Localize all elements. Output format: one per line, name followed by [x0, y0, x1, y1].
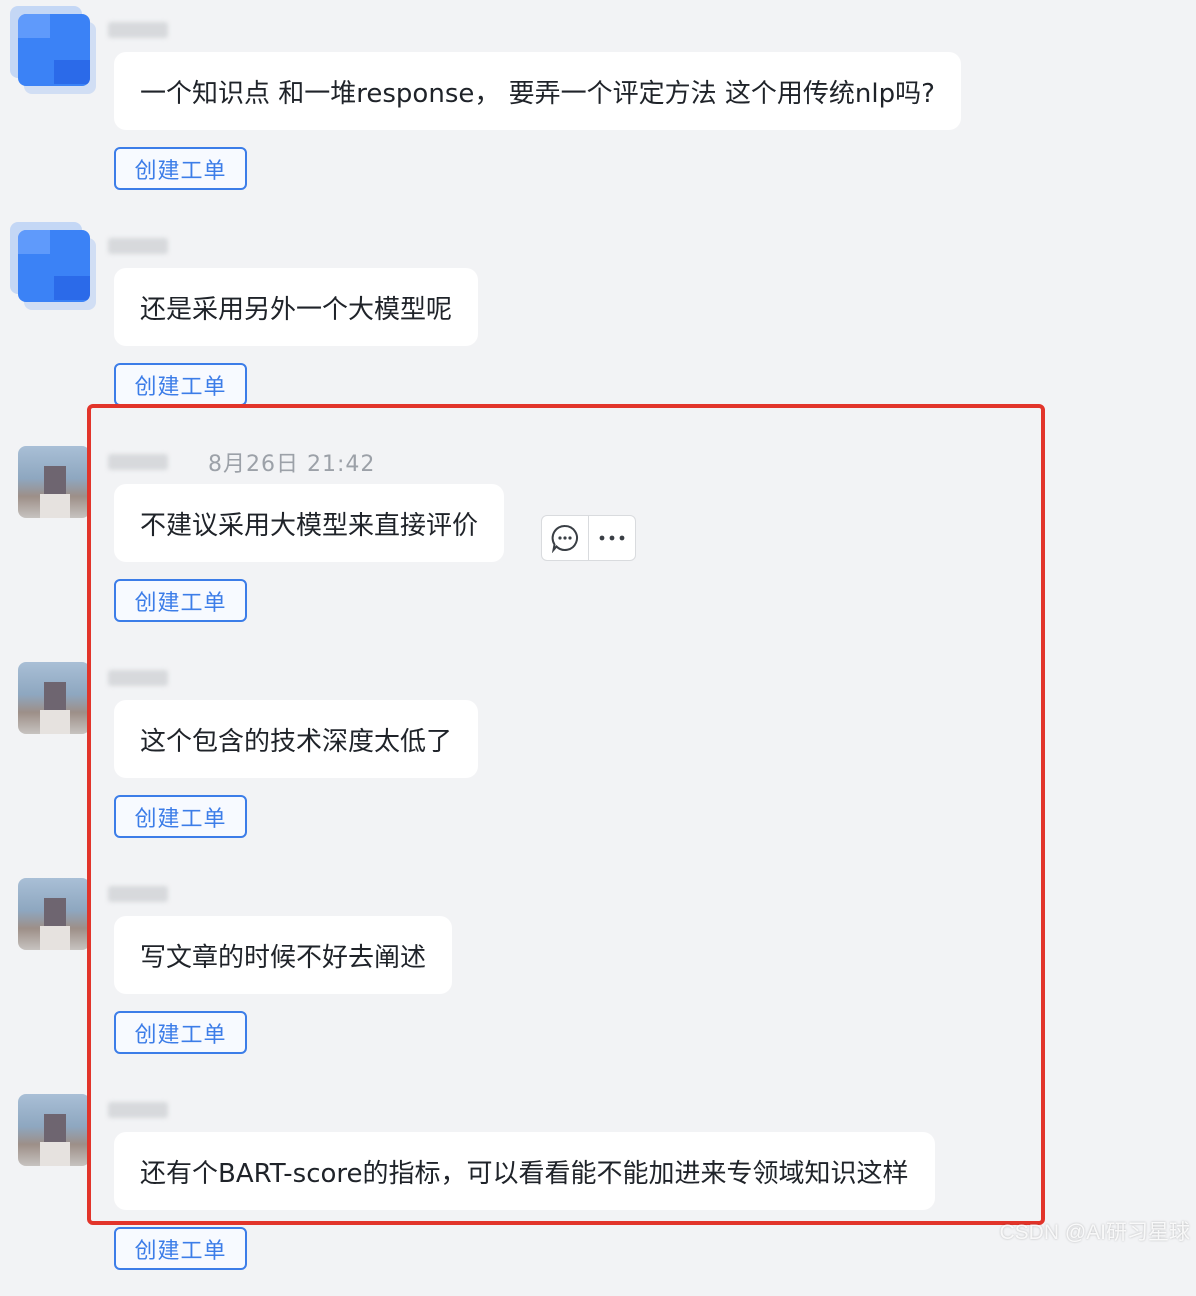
create-ticket-button[interactable]: 创建工单	[114, 795, 247, 838]
sender-name-blurred	[108, 1102, 168, 1118]
sender-name-blurred	[108, 22, 168, 38]
sender-name-blurred	[108, 454, 168, 470]
create-ticket-button[interactable]: 创建工单	[114, 1227, 247, 1270]
create-ticket-button[interactable]: 创建工单	[114, 1011, 247, 1054]
more-icon	[599, 535, 625, 541]
sender-avatar[interactable]	[18, 1094, 90, 1166]
message-timestamp: 8月26日 21:42	[208, 452, 376, 477]
chat-message: 这个包含的技术深度太低了 创建工单	[0, 648, 1196, 864]
message-hover-toolbar	[541, 515, 636, 561]
create-ticket-button[interactable]: 创建工单	[114, 579, 247, 622]
chat-message: 还有个BART-score的指标，可以看看能不能加进来专领域知识这样 创建工单	[0, 1080, 1196, 1296]
create-ticket-button[interactable]: 创建工单	[114, 147, 247, 190]
sender-avatar[interactable]	[18, 662, 90, 734]
message-bubble: 还有个BART-score的指标，可以看看能不能加进来专领域知识这样	[114, 1132, 935, 1210]
reply-icon	[551, 524, 578, 553]
sender-avatar[interactable]	[18, 446, 90, 518]
reply-button[interactable]	[542, 516, 588, 560]
chat-message-list: 一个知识点 和一堆response， 要弄一个评定方法 这个用传统nlp吗? 创…	[0, 0, 1196, 1270]
chat-message: 还是采用另外一个大模型呢 创建工单	[0, 216, 1196, 432]
more-button[interactable]	[588, 516, 635, 560]
watermark: CSDN @AI研习星球	[999, 1221, 1191, 1244]
sender-avatar[interactable]	[18, 230, 90, 302]
message-bubble: 还是采用另外一个大模型呢	[114, 268, 479, 346]
sender-name-blurred	[108, 238, 168, 254]
create-ticket-button[interactable]: 创建工单	[114, 363, 247, 406]
message-bubble: 写文章的时候不好去阐述	[114, 916, 453, 994]
chat-message: 写文章的时候不好去阐述 创建工单	[0, 864, 1196, 1080]
sender-avatar[interactable]	[18, 14, 90, 86]
message-bubble: 不建议采用大模型来直接评价	[114, 484, 505, 562]
chat-message: 一个知识点 和一堆response， 要弄一个评定方法 这个用传统nlp吗? 创…	[0, 0, 1196, 216]
sender-name-blurred	[108, 670, 168, 686]
message-bubble: 这个包含的技术深度太低了	[114, 700, 479, 778]
sender-name-blurred	[108, 886, 168, 902]
sender-avatar[interactable]	[18, 878, 90, 950]
message-bubble: 一个知识点 和一堆response， 要弄一个评定方法 这个用传统nlp吗?	[114, 52, 961, 130]
